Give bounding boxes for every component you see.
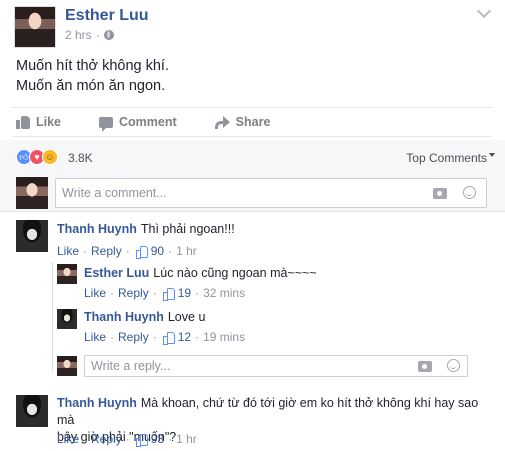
reply-2: Thanh Huynh Love u <box>84 309 205 326</box>
comment-1: Thanh Huynh Thì phải ngoan!!! <box>57 221 235 238</box>
comment-like-count[interactable]: 93 <box>151 432 164 446</box>
reply-thread-line <box>52 262 53 372</box>
reply-text: Love u <box>167 310 206 324</box>
reply-author[interactable]: Thanh Huynh <box>84 310 164 324</box>
comment-like-link[interactable]: Like <box>57 244 79 258</box>
comment-icon <box>99 116 114 132</box>
camera-icon[interactable] <box>418 361 432 372</box>
thumbs-up-icon <box>16 115 30 129</box>
post-timestamp-row: 2 hrs · <box>65 28 114 42</box>
reply-2-meta: Like · Reply · 12 · 19 mins <box>84 330 246 345</box>
camera-icon[interactable] <box>433 188 447 199</box>
like-button[interactable]: Like <box>16 115 61 129</box>
author-avatar[interactable] <box>14 6 56 48</box>
comment-1-meta: Like · Reply · 90 · 1 hr <box>57 244 197 259</box>
reply-author-avatar[interactable] <box>57 309 77 329</box>
current-user-avatar <box>16 177 48 209</box>
post-line-1: Muốn hít thở không khí. <box>16 58 169 74</box>
facebook-post: Esther Luu 2 hrs · Muốn hít thở không kh… <box>0 0 505 451</box>
reply-reply-link[interactable]: Reply <box>118 286 149 300</box>
reply-author-avatar[interactable] <box>57 264 77 284</box>
top-comments-dropdown[interactable]: Top Comments <box>406 151 487 165</box>
comment-button[interactable]: Comment <box>99 115 177 132</box>
comment-text: Thì phải ngoan!!! <box>140 222 235 236</box>
globe-icon <box>103 30 114 40</box>
reply-reply-link[interactable]: Reply <box>118 330 149 344</box>
time-separator: · <box>95 28 100 42</box>
caret-down-icon[interactable] <box>489 153 495 157</box>
post-text: Muốn hít thở không khí. Muốn ăn món ăn n… <box>16 56 169 96</box>
reply-time[interactable]: 32 mins <box>203 286 245 300</box>
action-bar: Like Comment Share <box>12 107 492 137</box>
reply-author[interactable]: Esther Luu <box>84 266 149 280</box>
current-user-avatar <box>57 356 77 376</box>
comment-reply-link[interactable]: Reply <box>91 244 122 258</box>
reply-input[interactable]: Write a reply... <box>84 355 468 377</box>
like-count-icon <box>135 245 148 259</box>
comment-like-count[interactable]: 90 <box>151 244 164 258</box>
like-count-icon <box>162 331 175 345</box>
emoji-icon[interactable] <box>447 359 460 372</box>
share-button[interactable]: Share <box>214 115 271 129</box>
comment-composer: Write a comment... <box>0 174 505 212</box>
reply-1-meta: Like · Reply · 19 · 32 mins <box>84 286 246 301</box>
reply-like-link[interactable]: Like <box>84 330 106 344</box>
reply-like-link[interactable]: Like <box>84 286 106 300</box>
comment-input[interactable]: Write a comment... <box>55 178 487 208</box>
share-label: Share <box>235 115 271 129</box>
comment-author[interactable]: Thanh Huynh <box>57 396 137 410</box>
comment-2-meta: Like · Reply · 93 · 1 hr <box>57 432 197 447</box>
comment-author[interactable]: Thanh Huynh <box>57 222 137 236</box>
share-arrow-icon <box>214 116 230 129</box>
comment-label: Comment <box>119 115 177 129</box>
commenter-avatar[interactable] <box>16 220 48 252</box>
like-count-icon <box>162 287 175 301</box>
reactions-bar: 👍︎ ♥ ☺ 3.8K Top Comments <box>0 140 505 174</box>
reply-time[interactable]: 19 mins <box>203 330 245 344</box>
post-time[interactable]: 2 hrs <box>65 28 92 42</box>
comment-time[interactable]: 1 hr <box>176 432 197 446</box>
emoji-icon[interactable] <box>463 186 476 199</box>
post-line-2: Muốn ăn món ăn ngon. <box>16 78 166 94</box>
reaction-count[interactable]: 3.8K <box>68 151 93 165</box>
reaction-icons[interactable]: 👍︎ ♥ ☺ <box>16 149 58 165</box>
reply-1: Esther Luu Lúc nào cũng ngoan mà~~~~ <box>84 265 317 282</box>
comment-reply-link[interactable]: Reply <box>91 432 122 446</box>
comment-like-link[interactable]: Like <box>57 432 79 446</box>
reply-like-count[interactable]: 19 <box>178 286 191 300</box>
chevron-down-icon[interactable] <box>476 3 492 19</box>
reply-like-count[interactable]: 12 <box>178 330 191 344</box>
like-label: Like <box>36 115 62 129</box>
post-author-name[interactable]: Esther Luu <box>65 7 149 25</box>
reply-text: Lúc nào cũng ngoan mà~~~~ <box>153 266 317 280</box>
haha-reaction-icon: ☺ <box>42 149 58 165</box>
comment-time[interactable]: 1 hr <box>176 244 197 258</box>
like-count-icon <box>135 433 148 447</box>
commenter-avatar[interactable] <box>16 395 48 427</box>
